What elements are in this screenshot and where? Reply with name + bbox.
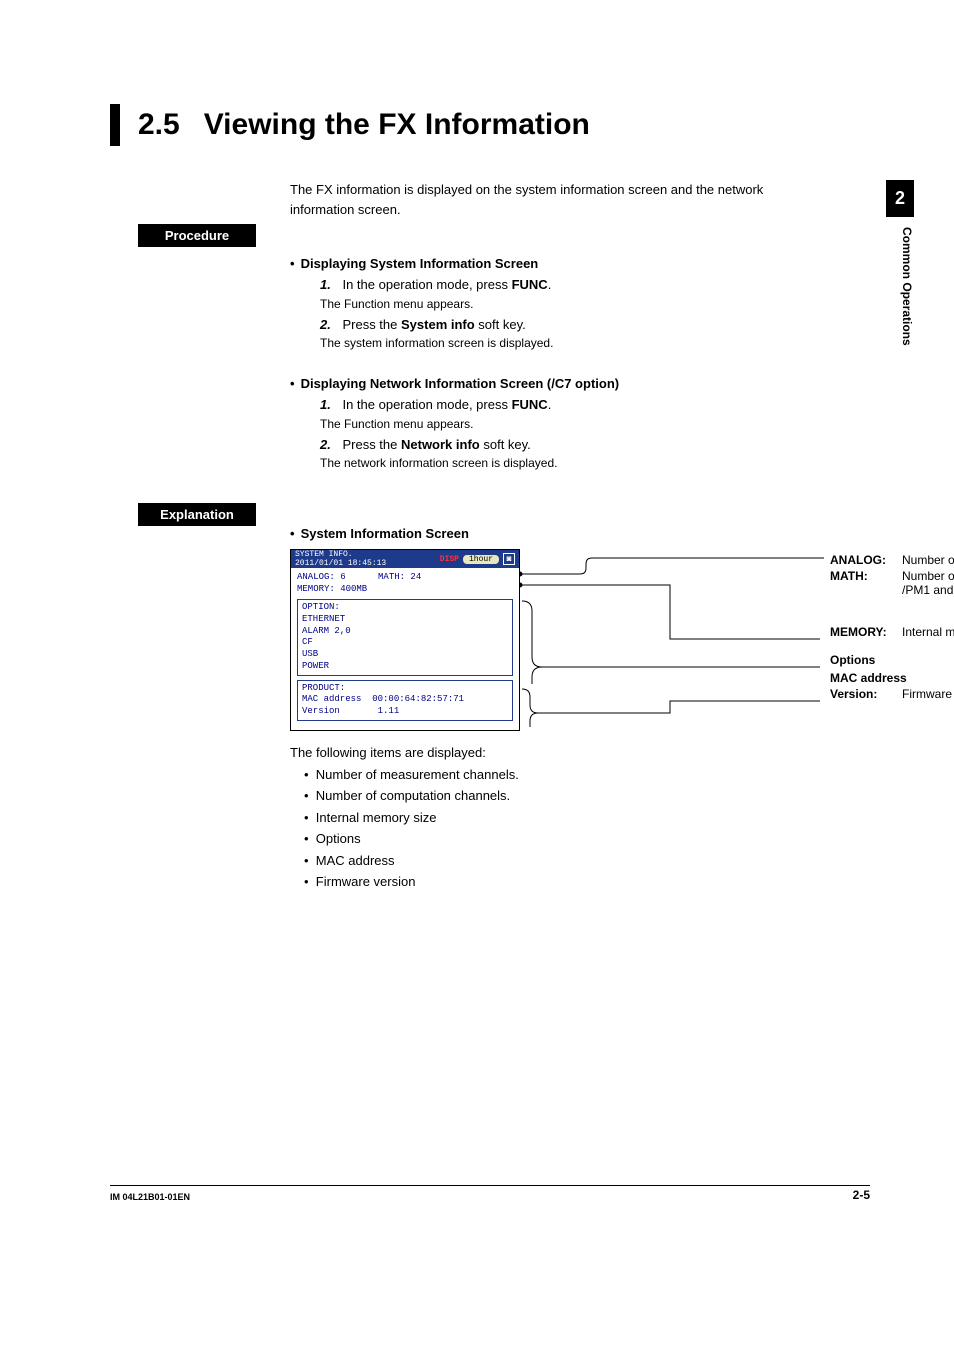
explanation-section: •System Information Screen SYSTEM INFO.2…	[290, 526, 850, 892]
list-item: • Options	[304, 829, 850, 849]
lead-text: The following items are displayed:	[290, 743, 850, 763]
section-title: Viewing the FX Information	[204, 108, 590, 142]
step-text: Press the	[342, 437, 401, 452]
screen-line: CF	[302, 637, 508, 649]
screen-line: PRODUCT:	[302, 683, 508, 695]
screen-title: SYSTEM INFO.2011/01/01 18:45:13	[295, 550, 386, 568]
intro-paragraph: The FX information is displayed on the s…	[290, 180, 810, 219]
chapter-number: 2	[886, 180, 914, 217]
step-text: .	[548, 397, 552, 412]
screen-line: 00:00:64:82:57:71	[372, 694, 464, 704]
section-number: 2.5	[138, 108, 180, 142]
callout-analog: ANALOG:Number of measurement channels	[830, 553, 954, 567]
footer-rule	[110, 1185, 870, 1186]
callout-version: Version:Firmware version	[830, 687, 954, 701]
bullet-heading: •Displaying Network Information Screen (…	[290, 376, 810, 391]
screen-line: Version	[302, 706, 340, 716]
screen-line: MATH: 24	[378, 572, 421, 582]
step: 1. In the operation mode, press FUNC.	[320, 395, 810, 415]
callout-connectors	[520, 549, 830, 739]
step: 2. Press the Network info soft key.	[320, 435, 810, 455]
callout-mac: MAC address	[830, 671, 954, 685]
step-number: 2.	[320, 317, 331, 332]
key-name: System info	[401, 317, 475, 332]
step-number: 1.	[320, 397, 331, 412]
list-item: • Number of measurement channels.	[304, 765, 850, 785]
callout-memory: MEMORY:Internal memory size	[830, 625, 954, 639]
step-sub: The system information screen is display…	[320, 336, 810, 350]
screen-line: MEMORY: 400MB	[297, 584, 513, 596]
step-sub: The Function menu appears.	[320, 417, 810, 431]
screen-line: 1.11	[378, 706, 400, 716]
footer-page-number: 2-5	[853, 1188, 870, 1202]
chapter-label: Common Operations	[886, 217, 914, 356]
step-text: Press the	[342, 317, 401, 332]
step: 2. Press the System info soft key.	[320, 315, 810, 335]
key-name: FUNC	[512, 397, 548, 412]
chapter-tab: 2 Common Operations	[886, 180, 914, 356]
screen-body: ANALOG: 6 MATH: 24 MEMORY: 400MB OPTION:…	[291, 568, 519, 725]
screen-line: ETHERNET	[302, 614, 508, 626]
callouts: ANALOG:Number of measurement channels MA…	[830, 553, 954, 703]
key-name: Network info	[401, 437, 480, 452]
callout-math: MATH:Number of computation channels (/M1…	[830, 569, 954, 597]
disp-icon: DISP	[440, 555, 459, 564]
step-text: .	[548, 277, 552, 292]
camera-icon: ◙	[503, 553, 515, 565]
screen-line: MAC address	[302, 694, 361, 704]
step-number: 1.	[320, 277, 331, 292]
screen-line: OPTION:	[302, 602, 508, 614]
procedure-system-info: •Displaying System Information Screen 1.…	[290, 256, 810, 350]
screen-line: ANALOG: 6	[297, 572, 346, 582]
list-item: • Internal memory size	[304, 808, 850, 828]
footer-doc-id: IM 04L21B01-01EN	[110, 1192, 190, 1202]
bullet-heading: •Displaying System Information Screen	[290, 256, 810, 271]
title-rule	[110, 104, 120, 146]
list-item: • MAC address	[304, 851, 850, 871]
step-text: In the operation mode, press	[342, 277, 511, 292]
screen-option-box: OPTION: ETHERNET ALARM 2,0 CF USB POWER	[297, 599, 513, 675]
explanation-tag: Explanation	[138, 503, 256, 526]
figure-with-callouts: SYSTEM INFO.2011/01/01 18:45:13 DISP 1ho…	[290, 549, 850, 731]
bullet-heading: •System Information Screen	[290, 526, 850, 541]
list-item: • Number of computation channels.	[304, 786, 850, 806]
step: 1. In the operation mode, press FUNC.	[320, 275, 810, 295]
procedure-network-info: •Displaying Network Information Screen (…	[290, 376, 810, 470]
screen-header: SYSTEM INFO.2011/01/01 18:45:13 DISP 1ho…	[291, 550, 519, 568]
items-displayed-block: The following items are displayed: • Num…	[290, 743, 850, 892]
screenshot-system-info: SYSTEM INFO.2011/01/01 18:45:13 DISP 1ho…	[290, 549, 520, 731]
time-pill: 1hour	[463, 555, 499, 564]
screen-product-box: PRODUCT: MAC address 00:00:64:82:57:71 V…	[297, 680, 513, 721]
section-title-block: 2.5 Viewing the FX Information	[110, 104, 590, 146]
screen-line: POWER	[302, 661, 508, 673]
list-item: • Firmware version	[304, 872, 850, 892]
step-text: In the operation mode, press	[342, 397, 511, 412]
procedure-tag: Procedure	[138, 224, 256, 247]
step-number: 2.	[320, 437, 331, 452]
step-sub: The Function menu appears.	[320, 297, 810, 311]
callout-options: Options	[830, 653, 954, 667]
step-text: soft key.	[475, 317, 526, 332]
step-text: soft key.	[480, 437, 531, 452]
screen-line: ALARM 2,0	[302, 626, 508, 638]
page: 2 Common Operations 2.5 Viewing the FX I…	[0, 0, 954, 1350]
key-name: FUNC	[512, 277, 548, 292]
screen-line: USB	[302, 649, 508, 661]
step-sub: The network information screen is displa…	[320, 456, 810, 470]
